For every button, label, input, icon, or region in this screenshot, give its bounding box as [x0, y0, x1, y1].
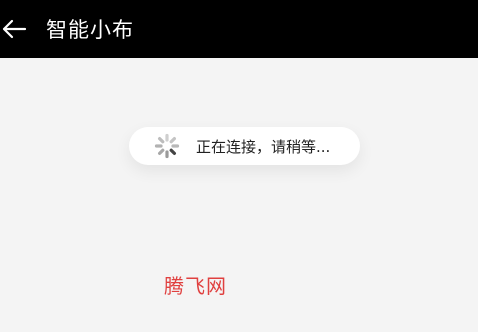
app-bar: 智能小布: [0, 0, 478, 58]
loading-toast: 正在连接，请稍等...: [129, 127, 360, 165]
back-button[interactable]: [0, 17, 28, 41]
page-title: 智能小布: [46, 18, 134, 42]
loading-spinner-icon: [154, 133, 180, 159]
arrow-left-icon: [2, 19, 27, 39]
toast-message: 正在连接，请稍等...: [196, 137, 331, 156]
watermark-text: 腾飞网: [164, 274, 227, 298]
